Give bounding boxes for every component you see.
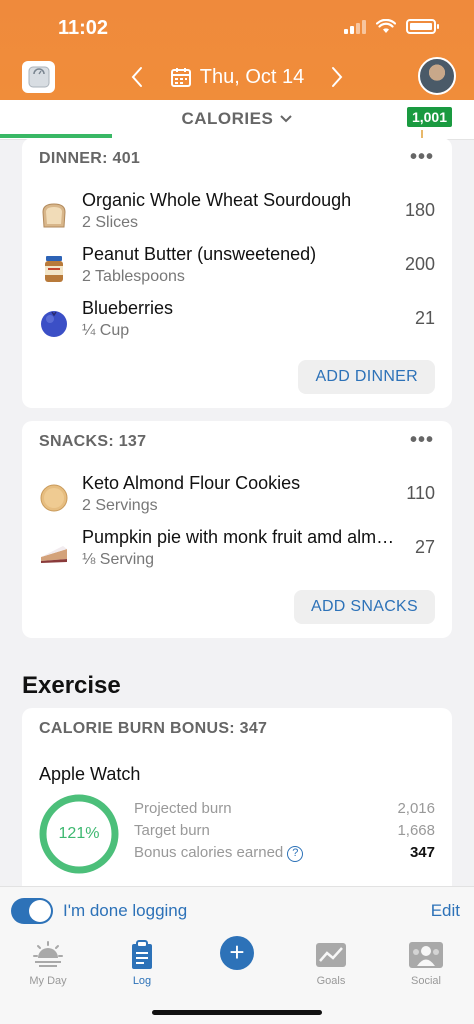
avatar[interactable] bbox=[418, 57, 456, 95]
people-icon bbox=[409, 942, 443, 968]
list-item[interactable]: Peanut Butter (unsweetened) 2 Tablespoon… bbox=[39, 244, 435, 294]
date-display[interactable]: Thu, Oct 14 bbox=[170, 65, 305, 89]
food-calories: 21 bbox=[414, 308, 435, 328]
food-serving: ⅛ Serving bbox=[82, 551, 155, 568]
date-label: Thu, Oct 14 bbox=[199, 65, 305, 88]
calendar-icon bbox=[170, 68, 191, 87]
scale-icon bbox=[28, 66, 49, 88]
food-calories: 200 bbox=[404, 254, 435, 274]
burn-percent: 121% bbox=[58, 825, 100, 842]
food-name: Pumpkin pie with monk fruit amd alm… bbox=[82, 527, 395, 547]
add-dinner-button[interactable]: ADD DINNER bbox=[298, 360, 435, 394]
help-icon[interactable]: ? bbox=[287, 846, 304, 862]
food-calories: 180 bbox=[404, 200, 435, 220]
chevron-left-icon[interactable] bbox=[130, 66, 144, 88]
tab-my-day[interactable]: My Day bbox=[18, 938, 78, 987]
food-name: Keto Almond Flour Cookies bbox=[82, 473, 301, 493]
stat-label: Target burn bbox=[134, 822, 210, 839]
list-item[interactable]: Blueberries ¼ Cup 21 bbox=[39, 298, 435, 348]
food-calories: 27 bbox=[414, 537, 435, 557]
food-serving: 2 Slices bbox=[82, 214, 139, 231]
logging-bar: I'm done logging Edit bbox=[0, 886, 474, 934]
bonus-calories-row: Bonus calories earned? 347 bbox=[134, 844, 435, 866]
calories-label: CALORIES bbox=[181, 109, 274, 128]
calorie-burn-card: CALORIE BURN BONUS: 347 Apple Watch 121%… bbox=[22, 708, 452, 908]
tab-goals[interactable]: Goals bbox=[301, 938, 361, 987]
food-calories: 110 bbox=[406, 483, 435, 503]
food-serving: 2 Tablespoons bbox=[82, 268, 185, 285]
tab-label: Log bbox=[132, 975, 152, 987]
stat-value: 1,668 bbox=[397, 822, 435, 839]
target-burn-row: Target burn 1,668 bbox=[134, 822, 435, 844]
stat-label: Bonus calories earned bbox=[134, 844, 284, 861]
status-icons bbox=[344, 19, 439, 34]
status-time: 11:02 bbox=[58, 17, 109, 39]
clipboard-icon bbox=[132, 940, 152, 969]
food-serving: 2 Servings bbox=[82, 497, 158, 514]
done-logging-toggle[interactable] bbox=[11, 898, 53, 924]
tab-log[interactable]: Log bbox=[112, 938, 172, 987]
food-name: Blueberries bbox=[82, 298, 174, 318]
snacks-title: SNACKS: 137 bbox=[39, 433, 147, 450]
exercise-heading: Exercise bbox=[22, 672, 121, 699]
cookie-icon bbox=[40, 484, 68, 512]
pie-icon bbox=[41, 546, 67, 563]
dinner-card: DINNER: 401 ••• Organic Whole Wheat Sour… bbox=[22, 138, 452, 408]
more-icon[interactable]: ••• bbox=[410, 146, 434, 169]
chevron-right-icon[interactable] bbox=[330, 66, 344, 88]
edit-button[interactable]: Edit bbox=[431, 901, 460, 921]
dinner-title: DINNER: 401 bbox=[39, 150, 141, 167]
bread-icon bbox=[42, 203, 66, 228]
tab-social[interactable]: Social bbox=[396, 938, 456, 987]
sun-icon bbox=[33, 941, 63, 967]
app-header: 11:02 Thu, Oct 14 bbox=[0, 0, 474, 100]
chart-icon bbox=[316, 943, 346, 967]
food-name: Organic Whole Wheat Sourdough bbox=[82, 190, 352, 210]
home-indicator bbox=[152, 1010, 322, 1015]
wifi-icon bbox=[376, 19, 396, 33]
calories-title[interactable]: CALORIES bbox=[0, 109, 474, 129]
date-navigator: Thu, Oct 14 bbox=[130, 62, 344, 92]
snacks-card: SNACKS: 137 ••• Keto Almond Flour Cookie… bbox=[22, 421, 452, 638]
chevron-down-icon bbox=[279, 115, 292, 123]
tab-label: Goals bbox=[316, 975, 346, 987]
battery-icon bbox=[406, 19, 439, 34]
stat-value: 2,016 bbox=[397, 800, 435, 817]
stat-label: Projected burn bbox=[134, 800, 232, 817]
exercise-source: Apple Watch bbox=[39, 764, 141, 784]
list-item[interactable]: Pumpkin pie with monk fruit amd alm… ⅛ S… bbox=[39, 527, 435, 577]
calories-remaining-badge: 1,001 bbox=[406, 107, 452, 127]
tab-label: Social bbox=[411, 975, 441, 987]
add-snacks-button[interactable]: ADD SNACKS bbox=[293, 590, 435, 624]
done-logging-label: I'm done logging bbox=[63, 901, 188, 920]
list-item[interactable]: Organic Whole Wheat Sourdough 2 Slices 1… bbox=[39, 190, 435, 240]
projected-burn-row: Projected burn 2,016 bbox=[134, 800, 435, 822]
scale-button[interactable] bbox=[22, 61, 55, 93]
stat-value: 347 bbox=[409, 844, 435, 861]
food-serving: ¼ Cup bbox=[82, 322, 130, 339]
peanut-butter-icon bbox=[45, 256, 63, 282]
list-item[interactable]: Keto Almond Flour Cookies 2 Servings 110 bbox=[39, 473, 435, 523]
calories-goal-marker bbox=[421, 130, 423, 138]
signal-icon bbox=[344, 19, 366, 34]
add-button[interactable]: + bbox=[220, 936, 254, 970]
blueberry-icon bbox=[41, 311, 67, 337]
more-icon[interactable]: ••• bbox=[410, 429, 434, 452]
food-name: Peanut Butter (unsweetened) bbox=[82, 244, 317, 264]
calorie-burn-title: CALORIE BURN BONUS: 347 bbox=[39, 720, 268, 737]
tab-label: My Day bbox=[29, 975, 67, 987]
plus-icon: + bbox=[229, 937, 245, 967]
